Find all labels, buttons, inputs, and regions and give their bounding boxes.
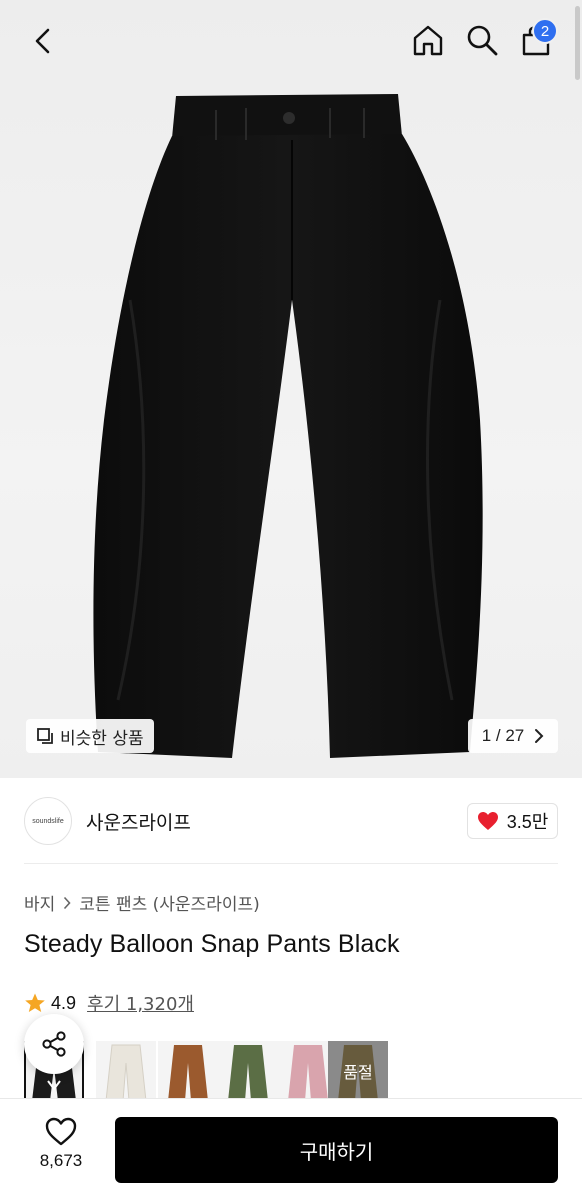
- buy-button[interactable]: 구매하기: [115, 1117, 558, 1183]
- brand-logo[interactable]: soundslife: [24, 797, 72, 845]
- wishlist-count: 8,673: [39, 1151, 83, 1170]
- chevron-left-icon: [35, 28, 50, 54]
- share-icon: [42, 1031, 66, 1057]
- soldout-label: 품절: [328, 1041, 388, 1101]
- divider: [24, 863, 558, 864]
- brand-name[interactable]: 사운즈라이프: [86, 808, 191, 835]
- top-navigation-bar: 2: [0, 0, 582, 84]
- thumbnail-pants: [105, 1044, 147, 1101]
- star-icon: [25, 993, 45, 1012]
- similar-products-label: 비슷한 상품: [60, 728, 144, 749]
- back-button[interactable]: [22, 20, 64, 62]
- color-option-brown[interactable]: [158, 1041, 218, 1101]
- brand-logo-text: soundslife: [32, 817, 64, 825]
- brand-like-button[interactable]: 3.5만: [467, 803, 558, 839]
- share-button[interactable]: [24, 1014, 84, 1074]
- thumbnail-pants: [168, 1045, 208, 1101]
- product-title: Steady Balloon Snap Pants Black: [24, 930, 400, 958]
- color-option-ivory[interactable]: [96, 1041, 156, 1101]
- breadcrumb: 바지 코튼 팬츠 (사운즈라이프): [24, 890, 260, 915]
- cart-count-badge: 2: [532, 18, 558, 44]
- home-icon: [413, 25, 443, 56]
- bottom-action-bar: 8,673 구매하기: [0, 1098, 582, 1200]
- search-button[interactable]: [460, 18, 504, 62]
- reviews-link[interactable]: 후기 1,320개: [87, 990, 194, 1016]
- color-option-olive[interactable]: [218, 1041, 278, 1101]
- color-options: 품절: [24, 1041, 558, 1101]
- breadcrumb-category[interactable]: 바지: [24, 890, 55, 915]
- chevron-right-icon: [535, 729, 544, 743]
- heart-filled-icon: [477, 812, 498, 830]
- rating-row: 4.9 후기 1,320개: [24, 990, 194, 1016]
- similar-products-button[interactable]: 비슷한 상품: [26, 719, 154, 753]
- similar-items-icon: [37, 728, 53, 744]
- chevron-right-icon: [64, 896, 71, 909]
- home-button[interactable]: [406, 18, 450, 62]
- rating-value: 4.9: [51, 992, 77, 1013]
- brand-like-count: 3.5만: [506, 812, 549, 832]
- color-option-khaki[interactable]: 품절: [328, 1041, 388, 1101]
- product-image: [93, 94, 483, 758]
- brand-row: soundslife 사운즈라이프 3.5만: [0, 778, 582, 864]
- image-counter: 1 / 27: [481, 726, 525, 745]
- thumbnail-pants: [228, 1045, 268, 1101]
- heart-outline-icon: [45, 1117, 77, 1146]
- image-counter-button[interactable]: 1 / 27: [468, 719, 558, 753]
- product-image-gallery[interactable]: 2 비슷한 상품 1 / 27: [0, 0, 582, 778]
- wishlist-button[interactable]: 8,673: [22, 1117, 100, 1181]
- breadcrumb-subcategory[interactable]: 코튼 팬츠 (사운즈라이프): [79, 890, 259, 915]
- search-icon: [467, 25, 498, 56]
